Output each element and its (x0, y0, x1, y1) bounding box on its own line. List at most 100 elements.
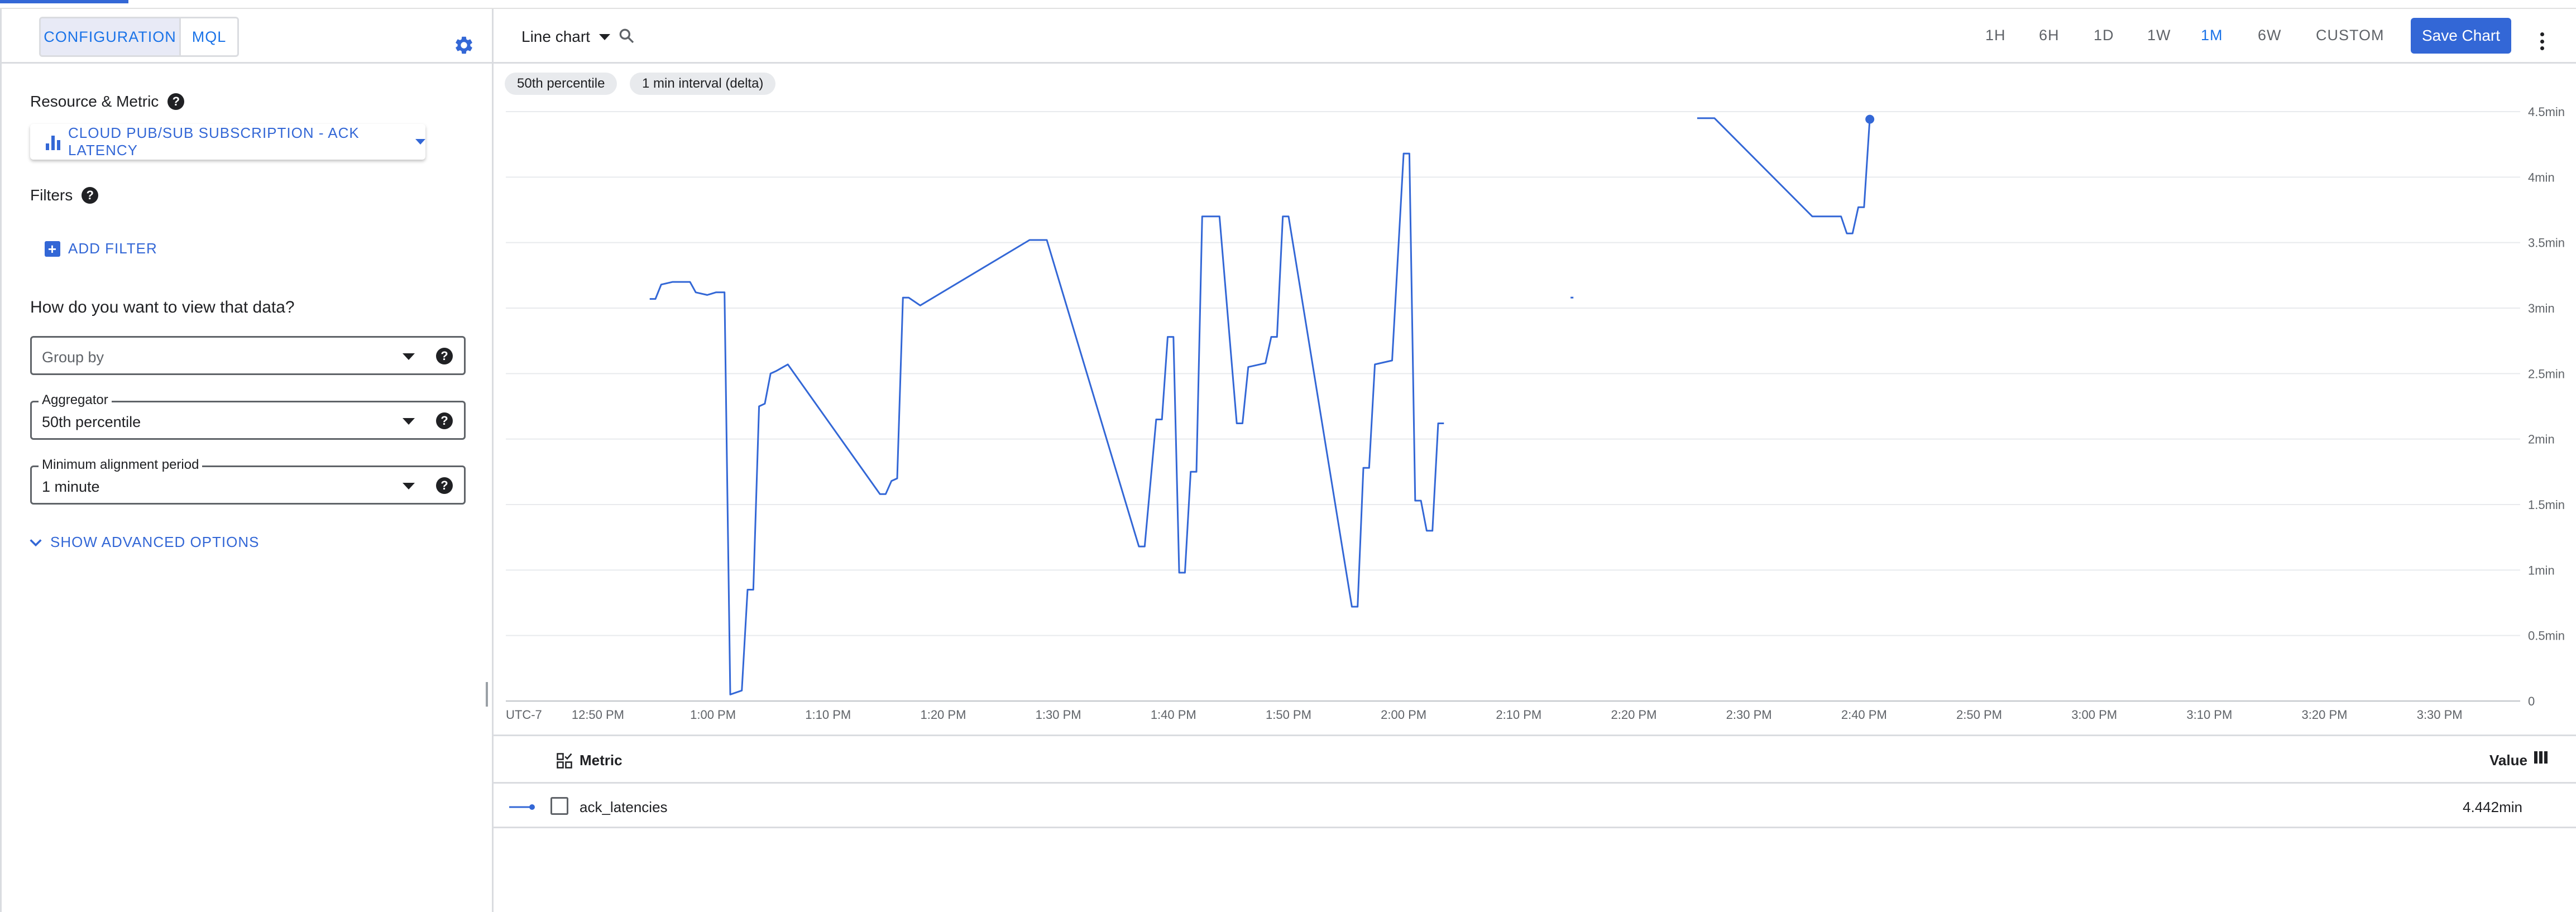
y-tick-label: 1min (2528, 563, 2555, 577)
resource-metric-selector[interactable]: CLOUD PUB/SUB SUBSCRIPTION - ACK LATENCY (30, 124, 425, 160)
range-6h-button[interactable]: 6H (2039, 27, 2060, 44)
chart-toolbar: Line chart 1H 6H 1D 1W 1M 6W CUSTOM Save… (494, 9, 2576, 64)
legend-header-row: Metric Value (494, 735, 2576, 784)
x-tick-label: 12:50 PM (572, 708, 624, 722)
y-tick-label: 4.5min (2528, 105, 2565, 119)
x-tick-label: 2:30 PM (1726, 708, 1772, 722)
help-icon[interactable]: ? (82, 187, 99, 204)
dropdown-arrow-icon (403, 483, 415, 489)
caret-down-icon (598, 33, 610, 40)
filters-label: Filters ? (30, 186, 99, 204)
series-name: ack_latencies (580, 799, 668, 815)
add-filter-label: ADD FILTER (68, 240, 157, 257)
x-tick-label: 3:10 PM (2186, 708, 2232, 722)
help-icon[interactable]: ? (436, 477, 453, 494)
more-vert-icon[interactable] (2539, 32, 2545, 50)
panel-resize-handle[interactable] (486, 682, 488, 707)
x-tick-label: 3:30 PM (2417, 708, 2463, 722)
dropdown-arrow-icon (403, 353, 415, 360)
filters-text: Filters (30, 186, 73, 204)
x-tick-label: 2:50 PM (1956, 708, 2002, 722)
x-tick-label: 2:00 PM (1381, 708, 1426, 722)
y-tick-label: 1.5min (2528, 498, 2565, 512)
resource-metric-text: Resource & Metric (30, 93, 159, 110)
aggregator-value: 50th percentile (42, 414, 141, 430)
bar-chart-icon (46, 133, 60, 150)
range-1d-button[interactable]: 1D (2094, 27, 2114, 44)
column-toggle-icon[interactable] (2534, 751, 2549, 764)
x-tick-label: 2:10 PM (1496, 708, 1541, 722)
progress-accent (0, 0, 128, 3)
x-tick-label: 1:40 PM (1151, 708, 1196, 722)
show-advanced-options-button[interactable]: SHOW ADVANCED OPTIONS (28, 534, 259, 551)
range-1w-button[interactable]: 1W (2147, 27, 2171, 44)
chart-type-select[interactable]: Line chart (521, 28, 610, 46)
alignment-period-value: 1 minute (42, 478, 100, 495)
x-tick-label: 1:30 PM (1036, 708, 1081, 722)
x-tick-label: 1:00 PM (690, 708, 736, 722)
x-tick-label: 1:20 PM (920, 708, 966, 722)
series-line[interactable] (649, 152, 1444, 695)
help-icon[interactable]: ? (436, 348, 453, 364)
help-icon[interactable]: ? (436, 412, 453, 429)
range-custom-button[interactable]: CUSTOM (2316, 27, 2385, 44)
tab-configuration[interactable]: CONFIGURATION (41, 18, 179, 55)
alignment-period-select[interactable]: Minimum alignment period 1 minute ? (30, 457, 466, 505)
y-tick-label: 2min (2528, 433, 2555, 447)
resource-metric-value: CLOUD PUB/SUB SUBSCRIPTION - ACK LATENCY (68, 124, 360, 159)
help-icon[interactable]: ? (167, 93, 185, 110)
range-6w-button[interactable]: 6W (2258, 27, 2282, 44)
y-tick-label: 2.5min (2528, 367, 2565, 381)
series-checkbox[interactable] (550, 797, 568, 815)
resource-metric-label: Resource & Metric ? (30, 93, 185, 111)
legend-row[interactable]: ack_latencies 4.442min (494, 784, 2576, 828)
save-chart-button[interactable]: Save Chart (2411, 18, 2511, 54)
latest-data-point[interactable] (1865, 114, 1875, 124)
x-tick-label: 2:20 PM (1611, 708, 1657, 722)
aggregator-label: Aggregator (39, 392, 112, 408)
x-tick-label: 3:20 PM (2302, 708, 2348, 722)
interval-chip[interactable]: 1 min interval (delta) (630, 73, 776, 95)
y-tick-label: 0 (2528, 694, 2535, 708)
aggregation-chip[interactable]: 50th percentile (505, 73, 617, 95)
series-line-icon (509, 804, 535, 810)
range-1h-button[interactable]: 1H (1985, 27, 2006, 44)
mode-toggle: CONFIGURATION MQL (39, 17, 239, 57)
top-progress-strip (0, 0, 2576, 9)
configuration-panel: CONFIGURATION MQL Resource & Metric ? CL… (0, 9, 494, 912)
x-tick-label: 3:00 PM (2071, 708, 2117, 722)
chart-type-label: Line chart (521, 28, 590, 45)
group-by-placeholder: Group by (42, 349, 104, 366)
series-value: 4.442min (2463, 799, 2522, 815)
gear-icon[interactable] (453, 35, 475, 56)
dropdown-arrow-icon (403, 418, 415, 425)
range-1m-button[interactable]: 1M (2201, 27, 2223, 44)
x-tick-label: 1:10 PM (805, 708, 851, 722)
tab-mql[interactable]: MQL (179, 18, 237, 55)
metric-column-header: Metric (556, 752, 623, 769)
y-tick-label: 4min (2528, 170, 2555, 184)
zoom-search-icon[interactable] (617, 27, 635, 45)
value-header-label: Value (2489, 752, 2527, 769)
show-advanced-label: SHOW ADVANCED OPTIONS (50, 534, 260, 550)
panel-header: CONFIGURATION MQL (0, 9, 492, 64)
value-column-header: Value (2489, 751, 2549, 769)
chevron-down-icon (30, 539, 42, 546)
metric-header-label: Metric (580, 752, 623, 769)
add-box-icon: + (45, 241, 60, 257)
group-by-select[interactable]: Group by ? (30, 336, 466, 375)
alignment-period-label: Minimum alignment period (39, 457, 203, 473)
view-data-heading: How do you want to view that data? (30, 298, 295, 316)
timezone-label: UTC-7 (506, 708, 542, 722)
y-tick-label: 3min (2528, 301, 2555, 315)
aggregator-select[interactable]: Aggregator 50th percentile ? (30, 392, 466, 440)
caret-down-icon (415, 139, 425, 145)
panel-edge (0, 9, 2, 912)
line-chart[interactable]: 0 0.5min 1min 1.5min 2min 2.5min 3min 3.5min 4mi… (494, 100, 2576, 735)
y-tick-label: 0.5min (2528, 629, 2565, 643)
x-tick-label: 1:50 PM (1266, 708, 1311, 722)
add-filter-button[interactable]: + ADD FILTER (45, 240, 157, 257)
x-tick-label: 2:40 PM (1841, 708, 1887, 722)
series-line[interactable] (1697, 117, 1871, 234)
select-columns-icon[interactable] (556, 752, 573, 769)
